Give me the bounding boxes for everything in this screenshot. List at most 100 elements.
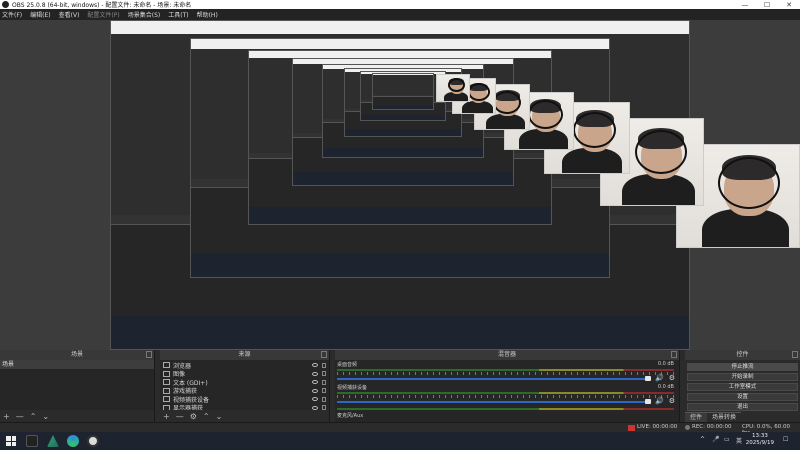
undock-icon[interactable]	[671, 351, 677, 358]
move-source-down-button[interactable]: ⌄	[216, 412, 223, 421]
exit-button[interactable]: 退出	[687, 403, 798, 411]
webcam-shoulder	[461, 101, 493, 113]
source-row[interactable]: 视频捕获设备	[160, 395, 329, 404]
scenes-header: 场景	[0, 350, 154, 360]
gear-icon[interactable]: ⚙	[669, 397, 675, 405]
source-row[interactable]: 图像	[160, 370, 329, 378]
mixer-header: 混音器	[335, 350, 679, 360]
visibility-eye-icon[interactable]	[312, 380, 318, 385]
move-source-up-button[interactable]: ⌃	[203, 412, 210, 421]
stop-streaming-button[interactable]: 停止推流	[687, 363, 798, 371]
tab-scene-transitions[interactable]: 场景转换	[707, 412, 742, 422]
volume-slider-knob[interactable]	[645, 399, 651, 404]
webcam-phone	[635, 129, 688, 174]
settings-button[interactable]: 设置	[687, 393, 798, 401]
undock-icon[interactable]	[321, 351, 327, 358]
menu-file[interactable]: 文件(F)	[2, 10, 22, 19]
scenes-panel: 场景 场景 + — ⌃ ⌄	[0, 350, 155, 422]
volume-meter	[337, 408, 674, 410]
nested-nbar	[249, 51, 551, 58]
lock-icon[interactable]	[322, 379, 326, 385]
close-button[interactable]: ✕	[778, 1, 800, 9]
image-icon	[163, 370, 170, 377]
scenes-footer: + — ⌃ ⌄	[0, 410, 154, 422]
visibility-eye-icon[interactable]	[312, 371, 318, 376]
taskbar-clock[interactable]: 13:33 2025/9/19	[746, 433, 774, 447]
meter-ticks	[337, 395, 674, 398]
preview-canvas[interactable]	[0, 20, 800, 350]
edge-browser-icon[interactable]	[67, 435, 79, 447]
z-app-icon[interactable]	[26, 435, 38, 447]
speaker-icon[interactable]: 🔊	[655, 397, 664, 405]
source-row[interactable]: 浏览器	[160, 361, 329, 370]
nested-nbar	[373, 74, 433, 76]
lock-icon[interactable]	[322, 371, 326, 377]
ime-indicator[interactable]: 英	[736, 436, 742, 445]
speaker-icon[interactable]: 🔊	[655, 374, 664, 382]
webcam-phone	[573, 111, 617, 148]
channel-label: 视频捕获设备	[337, 385, 368, 391]
lock-icon[interactable]	[322, 362, 326, 368]
nested-npanel	[373, 95, 433, 106]
visibility-eye-icon[interactable]	[312, 397, 318, 402]
menu-scene-collection[interactable]: 场景集合(S)	[128, 10, 161, 19]
obs-app-icon	[2, 1, 9, 8]
lock-icon[interactable]	[322, 388, 326, 394]
source-row[interactable]: 游戏捕获	[160, 387, 329, 395]
maximize-button[interactable]: ☐	[756, 1, 778, 9]
start-recording-button[interactable]: 开始录制	[687, 373, 798, 381]
nested-ntask	[345, 129, 461, 136]
microphone-icon[interactable]: 🎤	[712, 436, 719, 443]
webcam-phone	[528, 99, 564, 129]
visibility-eye-icon[interactable]	[312, 363, 318, 368]
mixer-channel: 麦克风/Aux	[335, 408, 679, 422]
text-icon	[163, 379, 170, 386]
network-icon[interactable]: ▭	[724, 436, 730, 443]
menu-help[interactable]: 帮助(H)	[197, 10, 218, 19]
notification-icon[interactable]: ☐	[783, 436, 788, 443]
channel-label: 桌面音频	[337, 362, 358, 368]
source-row[interactable]: 文本 (GDI+)	[160, 378, 329, 387]
sources-footer: + — ⚙ ⌃ ⌄	[160, 410, 329, 422]
lock-icon[interactable]	[322, 396, 326, 402]
volume-meter	[337, 392, 674, 394]
nested-nbar	[111, 21, 689, 35]
menu-tools[interactable]: 工具(T)	[168, 10, 188, 19]
nested-ntask	[249, 206, 551, 224]
volume-slider-knob[interactable]	[645, 376, 651, 381]
tab-controls[interactable]: 控件	[685, 412, 708, 422]
studio-mode-button[interactable]: 工作室模式	[687, 383, 798, 391]
menu-profile[interactable]: 配置文件(P)	[87, 10, 119, 19]
move-scene-down-button[interactable]: ⌄	[42, 412, 49, 421]
channel-db: 0.0 dB	[657, 361, 674, 367]
nested-ntask	[191, 253, 609, 277]
volume-slider[interactable]	[337, 401, 651, 403]
visibility-eye-icon[interactable]	[312, 388, 318, 393]
camera-icon	[163, 396, 170, 403]
nested-ntask	[373, 105, 433, 109]
minimize-button[interactable]: —	[734, 1, 756, 9]
undock-icon[interactable]	[146, 351, 152, 358]
nested-ntask	[361, 115, 445, 120]
add-source-button[interactable]: +	[163, 412, 170, 421]
windows-start-icon[interactable]	[6, 436, 16, 446]
volume-slider[interactable]	[337, 378, 651, 380]
menu-view[interactable]: 查看(V)	[59, 10, 80, 19]
add-scene-button[interactable]: +	[3, 412, 10, 421]
gamepad-icon	[163, 387, 170, 394]
gear-icon[interactable]: ⚙	[669, 374, 675, 382]
windows-taskbar: ^ 🎤 ▭ 英 13:33 2025/9/19 ☐	[0, 432, 800, 450]
obs-taskbar-icon[interactable]	[87, 435, 99, 447]
controls-title: 控件	[736, 351, 749, 358]
move-scene-up-button[interactable]: ⌃	[30, 412, 37, 421]
remove-scene-button[interactable]: —	[16, 412, 24, 421]
clock-time: 13:33	[751, 433, 768, 439]
mountain-app-icon[interactable]	[47, 435, 59, 447]
remove-source-button[interactable]: —	[176, 412, 184, 421]
nested-nbar	[191, 39, 609, 49]
tray-chevron-icon[interactable]: ^	[700, 436, 705, 443]
source-properties-button[interactable]: ⚙	[190, 412, 197, 421]
undock-icon[interactable]	[792, 351, 798, 358]
scene-item[interactable]: 场景	[0, 360, 154, 369]
menu-edit[interactable]: 编辑(E)	[30, 10, 50, 19]
